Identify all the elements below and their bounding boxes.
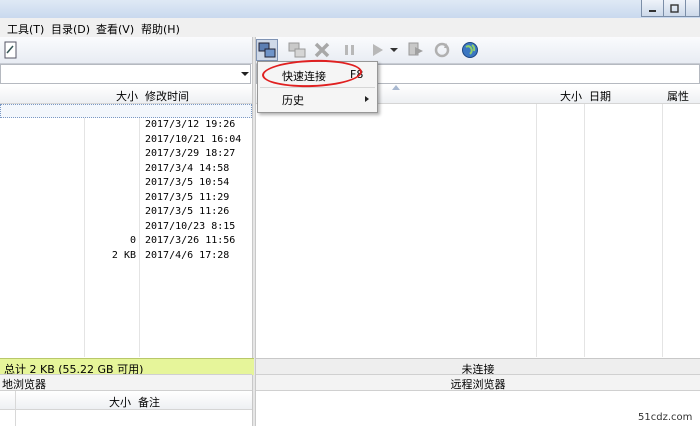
watermark: 51cdz.com — [638, 412, 693, 423]
play-icon — [373, 44, 383, 56]
submenu-arrow-icon — [365, 96, 369, 102]
caret-down-icon — [241, 72, 249, 76]
table-row[interactable]: 2017/3/5 11:29 — [0, 192, 252, 206]
table-row[interactable]: 2017/3/4 14:58 — [0, 163, 252, 177]
menu-directory[interactable]: 目录(D) — [51, 21, 90, 37]
remote-header-size[interactable]: 大小 — [560, 88, 582, 104]
local-status-bar: 总计 2 KB (55.22 GB 可用) — [0, 358, 254, 376]
queue-options-dropdown[interactable] — [388, 39, 400, 61]
maximize-button[interactable] — [663, 0, 686, 17]
local-header-modified[interactable]: 修改时间 — [145, 88, 189, 104]
local-file-list[interactable]: 2017/3/12 19:26 2017/10/21 16:04 2017/3/… — [0, 104, 252, 357]
column-divider — [662, 104, 663, 357]
menu-view[interactable]: 查看(V) — [96, 21, 134, 37]
selected-row-focus[interactable] — [0, 104, 252, 118]
transfer-button[interactable] — [405, 39, 427, 61]
start-queue-button[interactable] — [366, 39, 388, 61]
remote-file-list[interactable] — [256, 104, 700, 357]
table-row[interactable]: 2017/10/21 16:04 — [0, 134, 252, 148]
refresh-button[interactable] — [431, 39, 453, 61]
maximize-icon — [670, 3, 679, 13]
queue-column-header: 大小 备注 — [0, 391, 252, 426]
document-icon — [4, 41, 17, 59]
sort-arrow-icon — [392, 85, 400, 90]
local-refresh-button[interactable] — [0, 39, 22, 61]
column-divider — [536, 104, 537, 357]
table-row[interactable]: 2017/3/5 11:26 — [0, 206, 252, 220]
remote-panel-label: 远程浏览器 — [256, 374, 700, 391]
web-button[interactable] — [459, 39, 481, 61]
refresh-icon — [434, 42, 450, 58]
local-panel-label: 地浏览器 — [0, 374, 252, 391]
transfer-icon — [408, 42, 423, 56]
menu-bar: 工具(T) 目录(D) 查看(V) 帮助(H) — [0, 18, 700, 38]
disconnect-icon — [288, 42, 306, 58]
caret-down-icon — [390, 48, 398, 52]
remote-header-date[interactable]: 日期 — [589, 88, 611, 104]
table-row[interactable]: 2 KB 2017/4/6 17:28 — [0, 250, 252, 264]
column-divider — [584, 104, 585, 357]
close-x-icon — [314, 42, 330, 58]
remote-header-attr[interactable]: 属性 — [667, 88, 689, 104]
pause-icon — [345, 45, 354, 55]
connect-icon — [258, 42, 276, 58]
minimize-button[interactable] — [641, 0, 664, 17]
queue-header-size[interactable]: 大小 — [109, 394, 131, 410]
queue-header-note[interactable]: 备注 — [138, 394, 160, 410]
local-path-combobox[interactable] — [0, 64, 251, 84]
table-row[interactable]: 2017/10/23 8:15 — [0, 221, 252, 235]
disconnect-button[interactable] — [286, 39, 308, 61]
connect-button[interactable] — [256, 39, 278, 61]
menu-item-history[interactable]: 历史 — [259, 88, 376, 110]
globe-icon — [462, 42, 478, 58]
minimize-icon — [649, 9, 656, 12]
table-row[interactable]: 2017/3/12 19:26 — [0, 119, 252, 133]
pause-button[interactable] — [339, 39, 361, 61]
menu-tools[interactable]: 工具(T) — [7, 21, 44, 37]
table-row[interactable]: 2017/3/29 18:27 — [0, 148, 252, 162]
column-divider — [15, 391, 16, 426]
local-column-header: 大小 修改时间 — [0, 85, 252, 104]
table-row[interactable]: 0 2017/3/26 11:56 — [0, 235, 252, 249]
close-button[interactable] — [685, 0, 700, 17]
toolbar — [0, 37, 700, 64]
local-header-size[interactable]: 大小 — [116, 88, 138, 104]
title-bar — [0, 0, 700, 18]
menu-help[interactable]: 帮助(H) — [141, 21, 180, 37]
remote-status-bar: 未连接 — [256, 358, 700, 376]
stop-button[interactable] — [311, 39, 333, 61]
table-row[interactable]: 2017/3/5 10:54 — [0, 177, 252, 191]
